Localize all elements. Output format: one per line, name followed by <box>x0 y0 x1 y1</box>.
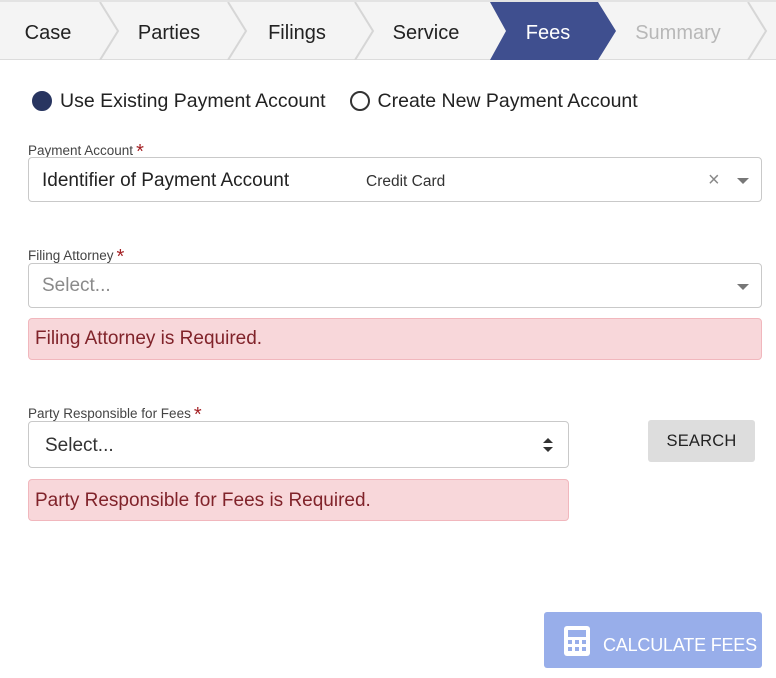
step-summary: Summary <box>635 22 721 44</box>
step-filings[interactable]: Filings <box>246 2 348 60</box>
filing-attorney-select[interactable]: Select... <box>28 263 762 308</box>
step-parties[interactable]: Parties <box>118 2 220 60</box>
step-case[interactable]: Case <box>0 2 96 60</box>
use-existing-account-option[interactable]: Use Existing Payment Account <box>32 90 326 113</box>
search-button[interactable]: SEARCH <box>648 420 755 462</box>
step-separator <box>354 2 375 60</box>
calculator-icon <box>564 626 590 656</box>
use-existing-label[interactable]: Use Existing Payment Account <box>60 90 326 113</box>
payment-account-select[interactable]: Identifier of Payment Account Credit Car… <box>28 157 762 202</box>
create-new-radio[interactable] <box>349 91 370 111</box>
step-fees[interactable]: Fees <box>500 2 596 60</box>
filing-attorney-placeholder: Select... <box>42 275 111 296</box>
step-separator <box>747 2 768 60</box>
step-separator <box>99 2 120 60</box>
create-new-account-option[interactable]: Create New Payment Account <box>349 90 638 113</box>
payment-account-type: Credit Card <box>366 173 446 190</box>
clear-icon[interactable]: × <box>708 170 720 190</box>
step-service[interactable]: Service <box>373 2 479 60</box>
step-separator <box>227 2 248 60</box>
calculate-fees-label: CALCULATE FEES <box>603 635 757 655</box>
party-responsible-error: Party Responsible for Fees is Required. <box>28 479 569 521</box>
chevron-down-icon[interactable] <box>737 284 749 290</box>
payment-account-label-text: Payment Account <box>28 143 134 158</box>
party-responsible-label-text: Party Responsible for Fees <box>28 406 191 421</box>
party-responsible-placeholder: Select... <box>45 435 114 456</box>
payment-mode-group: Use Existing Payment Account Create New … <box>32 89 638 113</box>
create-new-label[interactable]: Create New Payment Account <box>378 90 638 113</box>
chevron-down-icon[interactable] <box>737 178 749 184</box>
filing-attorney-error: Filing Attorney is Required. <box>28 318 762 360</box>
filing-attorney-label-text: Filing Attorney <box>28 248 114 263</box>
calculate-fees-button[interactable]: CALCULATE FEES <box>544 612 762 668</box>
party-responsible-select[interactable]: Select... <box>28 421 569 468</box>
wizard-steps: Case Parties Filings Service Fees Summar… <box>0 0 776 60</box>
use-existing-radio[interactable] <box>32 91 52 111</box>
sort-arrows-icon <box>543 438 553 452</box>
payment-account-value: Identifier of Payment Account <box>42 170 290 191</box>
